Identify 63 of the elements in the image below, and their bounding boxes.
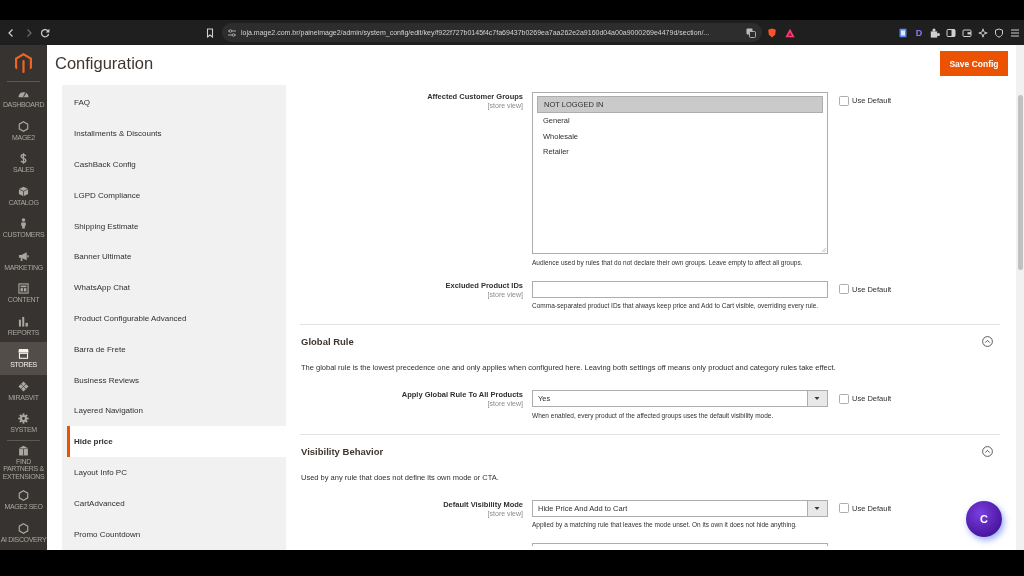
storefront-icon bbox=[18, 348, 29, 359]
squares-icon[interactable] bbox=[746, 27, 756, 38]
use-default-checkbox[interactable] bbox=[839, 284, 849, 294]
config-tab[interactable]: FAQ bbox=[62, 87, 286, 119]
chat-button[interactable]: C bbox=[966, 501, 1002, 537]
bar-chart-icon bbox=[18, 315, 29, 327]
dropdown-caret-icon[interactable] bbox=[807, 391, 827, 406]
hexagon-icon bbox=[18, 120, 29, 132]
dollar-icon bbox=[18, 153, 29, 164]
config-tab[interactable]: WhatsApp Chat bbox=[62, 272, 286, 304]
collapse-icon[interactable] bbox=[982, 445, 993, 457]
logo-icon[interactable] bbox=[15, 53, 32, 73]
dropdown-caret-icon[interactable] bbox=[807, 500, 827, 516]
package-icon bbox=[18, 444, 29, 456]
shield-icon[interactable] bbox=[994, 27, 1004, 38]
use-default-checkbox[interactable] bbox=[839, 503, 849, 513]
sparkle-icon[interactable] bbox=[978, 27, 988, 38]
bookmark-icon[interactable] bbox=[205, 27, 215, 38]
collapse-icon[interactable] bbox=[982, 336, 993, 347]
config-tab[interactable]: Layered Navigation bbox=[62, 395, 286, 427]
page-icon[interactable] bbox=[898, 27, 908, 38]
extension-button[interactable]: D bbox=[914, 27, 924, 38]
config-tab[interactable]: Installments & Discounts bbox=[62, 118, 286, 150]
section-title[interactable]: Global Rule bbox=[301, 336, 354, 347]
shield-icon[interactable] bbox=[767, 27, 777, 38]
config-tab[interactable]: LGPD Compliance bbox=[62, 179, 286, 211]
puzzle-icon[interactable] bbox=[930, 27, 940, 38]
select-field[interactable] bbox=[532, 543, 828, 546]
layout-icon bbox=[18, 283, 29, 294]
wallet-icon[interactable] bbox=[962, 27, 972, 38]
section-title[interactable]: Visibility Behavior bbox=[301, 445, 384, 457]
config-tab[interactable]: Barra de Frete bbox=[62, 333, 286, 365]
config-tab[interactable]: Banner Ultimate bbox=[62, 241, 286, 273]
hexagon-icon bbox=[18, 490, 29, 501]
save-config-button[interactable]: Save Config bbox=[940, 51, 1008, 76]
back-icon[interactable] bbox=[6, 27, 16, 38]
use-default-checkbox[interactable] bbox=[839, 95, 849, 106]
config-tab[interactable]: Promo Countdown bbox=[62, 518, 286, 550]
hexagon-icon bbox=[18, 522, 29, 534]
sidebar-icon[interactable] bbox=[946, 27, 956, 38]
diamond-icon bbox=[18, 380, 29, 392]
person-icon bbox=[18, 218, 29, 229]
use-default-checkbox[interactable] bbox=[839, 393, 849, 404]
reload-icon[interactable] bbox=[40, 27, 50, 38]
cube-icon bbox=[18, 185, 29, 197]
config-tab[interactable]: Product Configurable Advanced bbox=[62, 303, 286, 334]
menu-icon[interactable] bbox=[1010, 27, 1020, 38]
config-tab[interactable]: Layout Info PC bbox=[62, 457, 286, 488]
triangle-icon[interactable] bbox=[785, 27, 795, 38]
page-title: Configuration bbox=[55, 54, 154, 73]
scrollbar-thumb[interactable] bbox=[1018, 95, 1023, 270]
gear-icon bbox=[18, 413, 29, 424]
config-tab[interactable]: CashBack Config bbox=[62, 149, 286, 180]
resize-grip-icon[interactable] bbox=[821, 247, 826, 252]
config-tab[interactable]: CartAdvanced bbox=[62, 487, 286, 519]
config-tab[interactable]: Shipping Estimate bbox=[62, 210, 286, 242]
config-tab[interactable]: Business Reviews bbox=[62, 364, 286, 396]
scrollbar[interactable] bbox=[1016, 45, 1024, 550]
sliders-icon[interactable] bbox=[228, 28, 236, 37]
forward-icon[interactable] bbox=[24, 27, 34, 38]
text-input[interactable] bbox=[532, 280, 828, 298]
megaphone-icon bbox=[18, 250, 29, 262]
config-tab[interactable]: Hide price bbox=[67, 426, 286, 458]
